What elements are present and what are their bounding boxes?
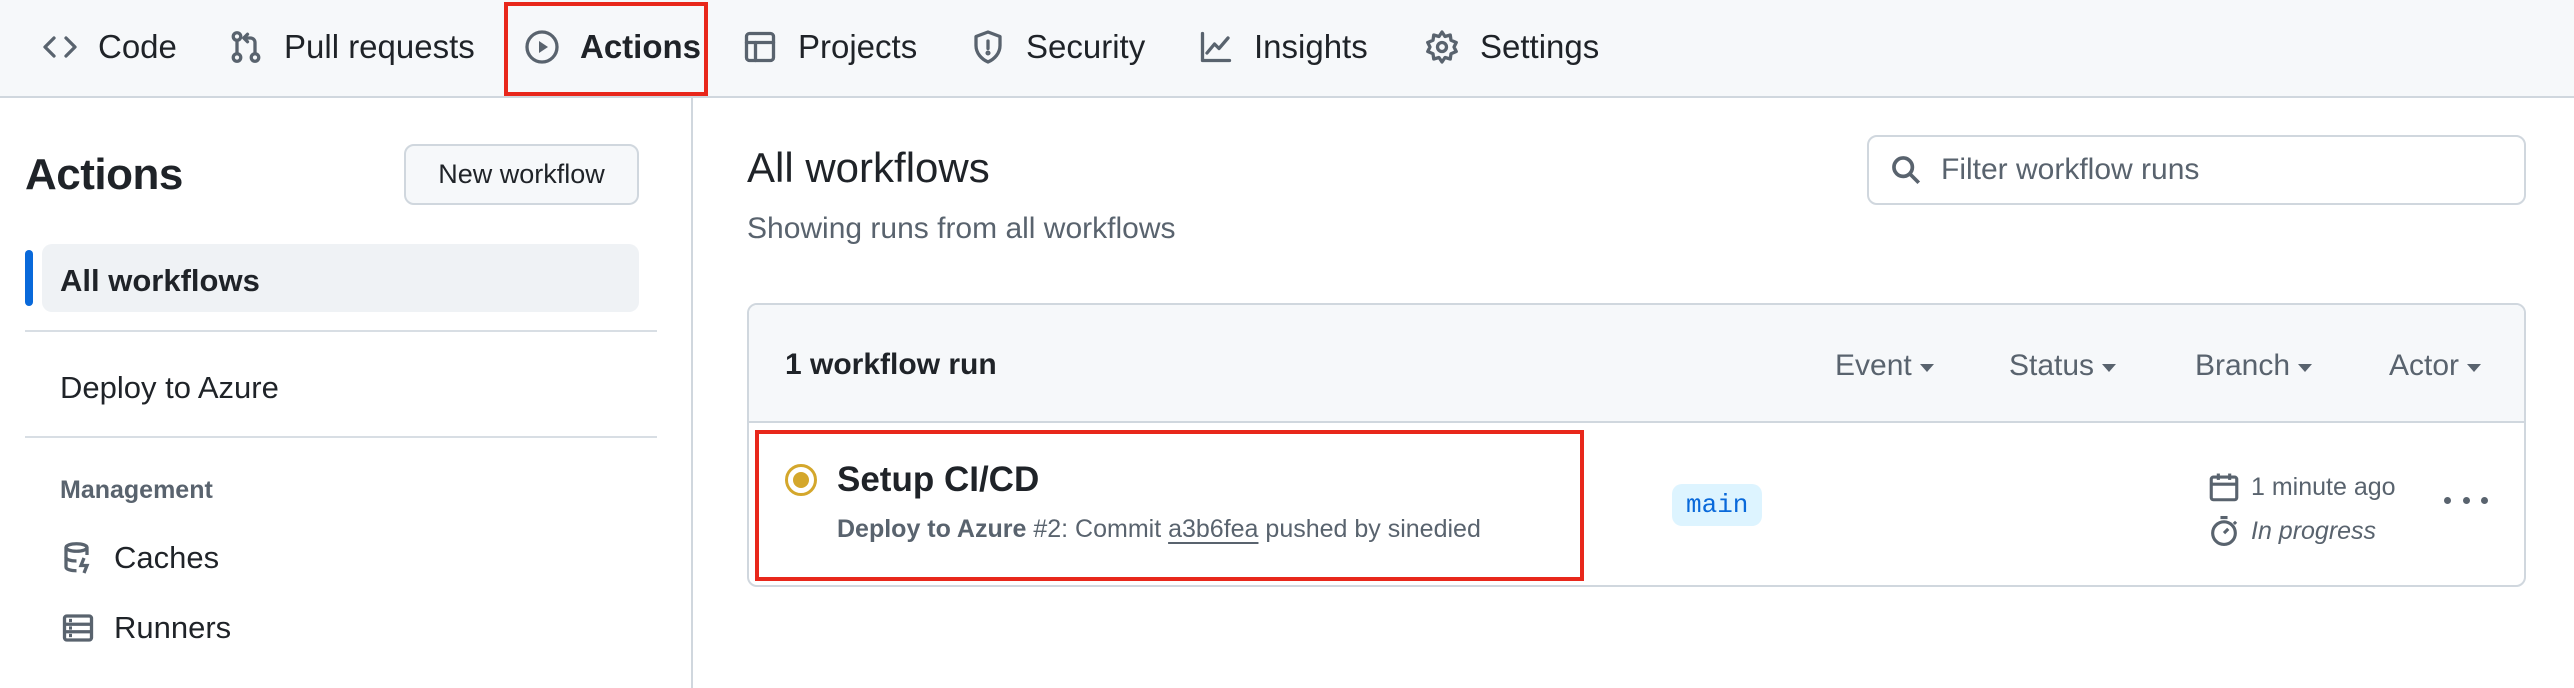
run-time: 1 minute ago xyxy=(2207,470,2396,504)
runs-header: 1 workflow run Event Status Branch Actor xyxy=(749,305,2524,423)
tab-settings[interactable]: Settings xyxy=(1424,0,1599,94)
filter-runs-field[interactable] xyxy=(1867,135,2526,205)
actions-tab-highlight xyxy=(504,2,708,96)
branch-label[interactable]: main xyxy=(1672,484,1763,526)
tab-pull-requests[interactable]: Pull requests xyxy=(228,0,475,94)
tab-pull-requests-label: Pull requests xyxy=(284,28,475,65)
run-time-text: 1 minute ago xyxy=(2251,472,2396,501)
sidebar-item-caches[interactable]: Caches xyxy=(60,540,219,576)
shield-icon xyxy=(974,30,1002,64)
code-icon xyxy=(43,36,77,58)
page-title: All workflows xyxy=(747,144,990,191)
actor-filter-dropdown[interactable]: Actor xyxy=(2389,349,2482,383)
divider xyxy=(25,436,657,438)
branch-filter-label: Branch xyxy=(2195,349,2291,382)
filter-runs-input[interactable] xyxy=(1941,153,2501,187)
status-filter-dropdown[interactable]: Status xyxy=(2009,349,2117,383)
pull-request-icon xyxy=(231,31,261,63)
divider xyxy=(25,330,657,332)
caret-down-icon xyxy=(2298,364,2313,372)
runners-label: Runners xyxy=(114,610,232,645)
caret-down-icon xyxy=(1919,364,1934,372)
server-icon xyxy=(62,614,94,642)
search-icon xyxy=(1892,156,1921,185)
tab-insights-label: Insights xyxy=(1254,28,1368,65)
graph-icon xyxy=(1200,31,1232,63)
event-filter-dropdown[interactable]: Event xyxy=(1835,349,1934,383)
stopwatch-icon xyxy=(2211,515,2238,547)
run-duration-text: In progress xyxy=(2251,516,2377,545)
run-highlight xyxy=(755,430,1584,581)
run-duration: In progress xyxy=(2207,514,2376,548)
tab-settings-label: Settings xyxy=(1480,28,1600,65)
active-indicator xyxy=(25,250,33,306)
actor-filter-label: Actor xyxy=(2389,349,2460,382)
sidebar-item-all-workflows[interactable]: All workflows xyxy=(60,263,260,299)
repo-nav: Code Pull requests Actions Projects Secu… xyxy=(0,0,2574,98)
branch-filter-dropdown[interactable]: Branch xyxy=(2195,349,2313,383)
sidebar: Actions New workflow All workflows Deplo… xyxy=(0,98,693,688)
new-workflow-button[interactable]: New workflow xyxy=(404,144,639,205)
table-icon xyxy=(744,31,776,63)
run-count: 1 workflow run xyxy=(785,348,997,381)
tab-security[interactable]: Security xyxy=(970,0,1145,94)
tab-security-label: Security xyxy=(1026,28,1146,65)
tab-code-label: Code xyxy=(98,28,177,65)
caret-down-icon xyxy=(2467,364,2482,372)
tab-code[interactable]: Code xyxy=(42,0,177,94)
management-heading: Management xyxy=(60,476,213,504)
database-icon xyxy=(64,542,90,574)
tab-insights[interactable]: Insights xyxy=(1198,0,1368,94)
sidebar-item-runners[interactable]: Runners xyxy=(60,610,231,646)
tab-projects-label: Projects xyxy=(798,28,918,65)
calendar-icon xyxy=(2209,473,2239,502)
caches-label: Caches xyxy=(114,540,220,575)
sidebar-title: Actions xyxy=(25,150,183,199)
more-options-icon[interactable] xyxy=(2444,486,2488,514)
event-filter-label: Event xyxy=(1835,349,1912,382)
status-filter-label: Status xyxy=(2009,349,2095,382)
tab-projects[interactable]: Projects xyxy=(742,0,917,94)
sidebar-item-deploy-to-azure[interactable]: Deploy to Azure xyxy=(60,370,279,406)
caret-down-icon xyxy=(2102,364,2117,372)
page-subtitle: Showing runs from all workflows xyxy=(747,212,1176,245)
gear-icon xyxy=(1426,30,1458,64)
